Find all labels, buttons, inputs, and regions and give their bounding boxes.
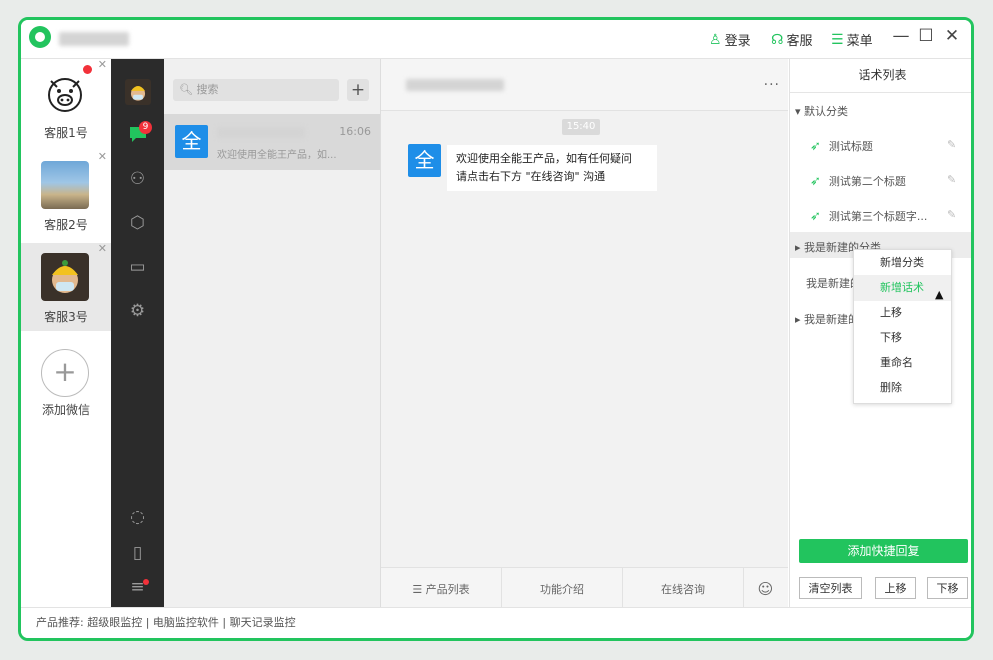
account-avatar	[41, 161, 89, 209]
caret-right-icon: ▸	[795, 241, 805, 254]
context-menu: 新增分类 新增话术 上移 下移 重命名 删除	[853, 249, 952, 404]
conversation-time: 16:06	[339, 125, 371, 138]
move-up-button[interactable]: 上移	[875, 577, 916, 599]
remove-account-icon[interactable]: ✕	[98, 242, 107, 255]
send-icon: ➶	[810, 173, 821, 189]
status-bar: 产品推荐: 超级眼监控 | 电脑监控软件 | 聊天记录监控	[21, 607, 971, 638]
more-menu-icon[interactable]: ≡	[111, 577, 164, 597]
add-quick-reply-button[interactable]: 添加快捷回复	[799, 539, 968, 563]
chat-more-button[interactable]: ···	[764, 77, 780, 93]
login-button[interactable]: ♙ 登录	[709, 30, 751, 50]
service-button[interactable]: ☊ 客服	[771, 30, 812, 50]
category-default[interactable]: ▾ 默认分类	[795, 103, 848, 119]
search-icon: 🔍︎	[179, 83, 193, 96]
app-window: ♙ 登录 ☊ 客服 ☰ 菜单 — ☐ ✕ ✕ 客服1号 ✕ 客服2号 ✕ 客服3…	[18, 17, 974, 641]
chat-header: ···	[381, 59, 788, 111]
send-icon: ➶	[810, 208, 821, 224]
product-list-button[interactable]: ☰ 产品列表	[381, 568, 501, 611]
menu-item-move-up[interactable]: 上移	[854, 300, 951, 326]
message-avatar: 全	[408, 144, 441, 177]
menu-item-delete[interactable]: 删除	[854, 375, 951, 401]
conversation-name-blurred	[217, 127, 305, 138]
add-account-label: 添加微信	[41, 403, 90, 417]
remove-account-icon[interactable]: ✕	[98, 150, 107, 163]
phrase-item[interactable]: ➶ 测试第二个标题	[810, 173, 906, 189]
minimize-button[interactable]: —	[891, 26, 911, 46]
move-down-button[interactable]: 下移	[927, 577, 968, 599]
close-button[interactable]: ✕	[942, 26, 962, 46]
title-bar: ♙ 登录 ☊ 客服 ☰ 菜单 — ☐ ✕	[21, 20, 971, 59]
account-avatar	[41, 69, 89, 117]
search-input[interactable]: 🔍︎ 搜索	[173, 79, 339, 101]
conversation-list: 🔍︎ 搜索 + 全 16:06 欢迎使用全能王产品，如...	[164, 59, 381, 611]
box-icon[interactable]: ⬡	[111, 213, 164, 233]
send-icon: ➶	[810, 138, 821, 154]
conversation-preview: 欢迎使用全能王产品，如...	[217, 150, 337, 161]
account-list: ✕ 客服1号 ✕ 客服2号 ✕ 客服3号 + 添加微信	[21, 58, 112, 611]
current-account-avatar[interactable]	[125, 79, 151, 105]
contacts-icon[interactable]: ⚇	[111, 169, 164, 189]
phrase-panel-title: 话术列表	[790, 59, 971, 93]
chat-contact-name-blurred	[406, 79, 504, 91]
settings-icon[interactable]: ⚙	[111, 301, 164, 321]
user-icon: ♙	[709, 31, 722, 48]
maximize-button[interactable]: ☐	[916, 26, 936, 46]
menu-item-move-down[interactable]: 下移	[854, 325, 951, 351]
clear-list-button[interactable]: 清空列表	[799, 577, 862, 599]
remove-account-icon[interactable]: ✕	[98, 58, 107, 71]
menu-icon: ☰	[831, 31, 844, 48]
menu-item-rename[interactable]: 重命名	[854, 350, 951, 376]
caret-right-icon: ▸	[795, 313, 805, 326]
chat-icon[interactable]: 9	[111, 121, 164, 148]
headset-icon: ☊	[771, 31, 784, 48]
caret-down-icon: ▾	[795, 105, 805, 118]
chat-footer: ☰ 产品列表 功能介绍 在线咨询 ☺	[381, 567, 788, 611]
conversation-avatar: 全	[175, 125, 208, 158]
edit-icon[interactable]: ✎	[947, 208, 956, 221]
edit-icon[interactable]: ✎	[947, 138, 956, 151]
menu-item-add-category[interactable]: 新增分类	[854, 250, 951, 276]
account-avatar	[41, 253, 89, 301]
account-item-2[interactable]: ✕ 客服2号	[21, 150, 111, 239]
chat-unread-badge: 9	[139, 121, 152, 134]
message-bubble: 欢迎使用全能王产品，如有任何疑问 请点击右下方 "在线咨询" 沟通	[447, 145, 657, 191]
folder-icon[interactable]: ▭	[111, 257, 164, 277]
consult-button[interactable]: 在线咨询	[623, 568, 743, 611]
add-conversation-button[interactable]: +	[347, 79, 369, 101]
menu-button[interactable]: ☰ 菜单	[831, 30, 873, 50]
phrase-item[interactable]: ➶ 测试第三个标题字...	[810, 208, 927, 224]
app-title-blurred	[59, 32, 129, 46]
chat-panel: ··· 15:40 全 欢迎使用全能王产品，如有任何疑问 请点击右下方 "在线咨…	[381, 59, 788, 611]
message-time: 15:40	[562, 119, 600, 135]
mouse-cursor-icon: ▲	[935, 288, 944, 301]
phrase-item[interactable]: ➶ 测试标题	[810, 138, 873, 154]
nav-icon-bar: 9 ⚇ ⬡ ▭ ⚙ ◌ ▯ ≡	[111, 59, 164, 611]
phone-icon[interactable]: ▯	[111, 543, 164, 563]
add-account-button[interactable]: +	[41, 349, 89, 397]
features-button[interactable]: 功能介绍	[502, 568, 622, 611]
emoji-icon[interactable]: ☺	[743, 568, 788, 611]
app-logo-icon	[29, 26, 51, 48]
unread-dot	[83, 65, 92, 74]
edit-icon[interactable]: ✎	[947, 173, 956, 186]
account-item-3[interactable]: ✕ 客服3号	[21, 242, 111, 331]
account-item-1[interactable]: ✕ 客服1号	[21, 58, 111, 147]
conversation-item[interactable]: 全 16:06 欢迎使用全能王产品，如...	[164, 114, 380, 170]
history-icon[interactable]: ◌	[111, 507, 164, 527]
